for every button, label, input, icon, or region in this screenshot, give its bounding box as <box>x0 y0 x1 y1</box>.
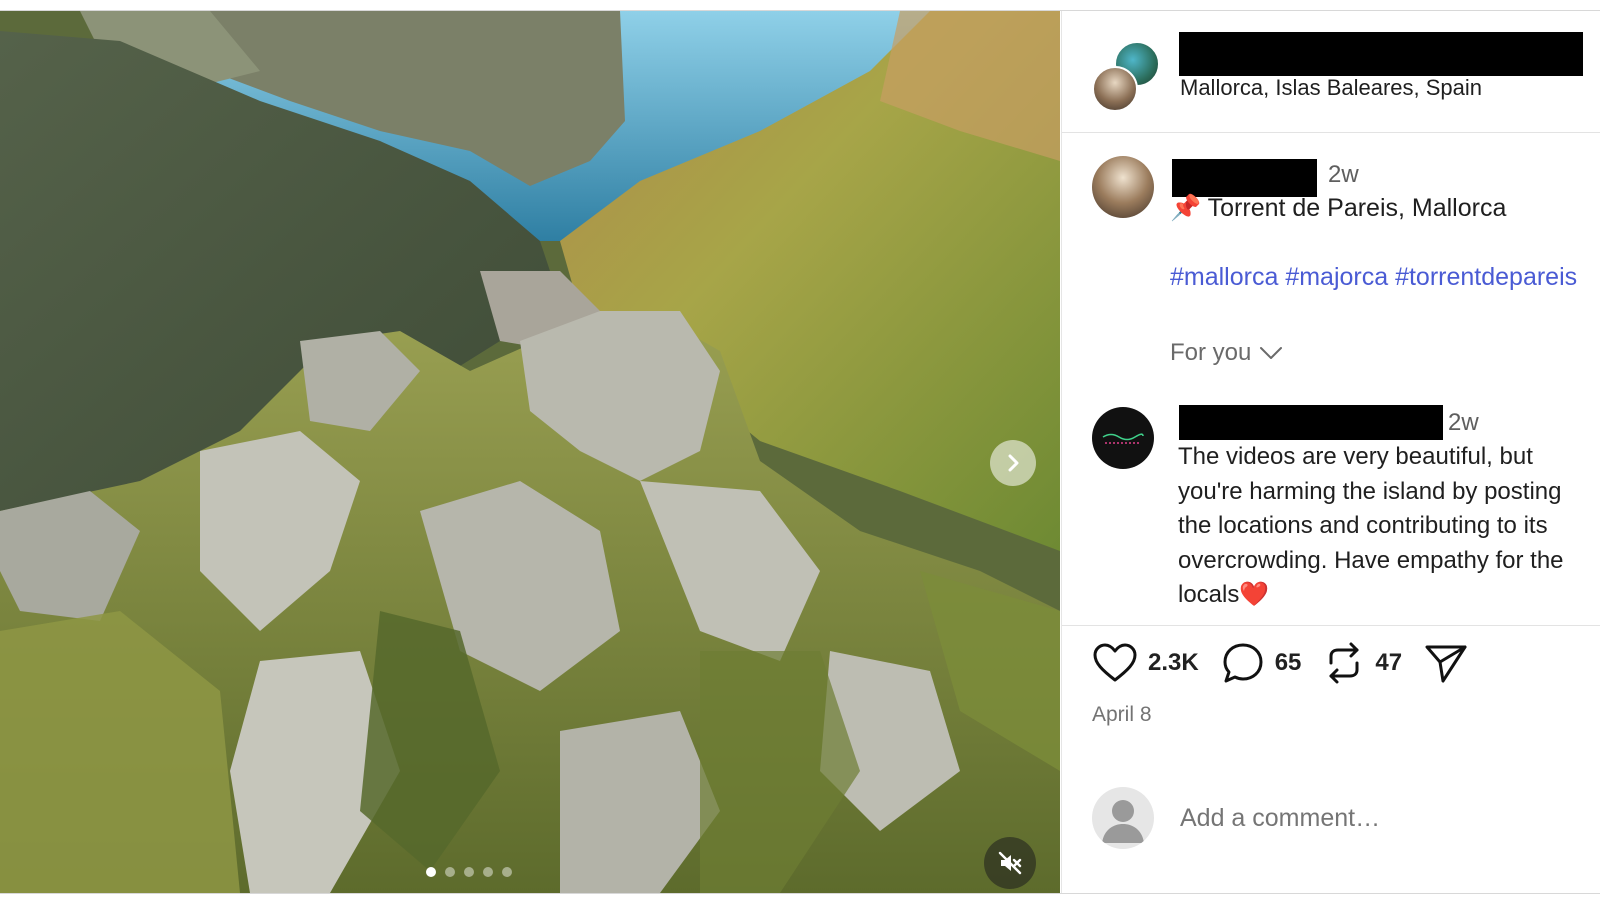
commenter-avatar[interactable] <box>1092 407 1154 469</box>
comment-icon <box>1223 643 1263 683</box>
post-date[interactable]: April 8 <box>1092 703 1152 727</box>
carousel-dot[interactable] <box>483 867 493 877</box>
next-slide-button[interactable] <box>990 440 1036 486</box>
caption-hashtags[interactable]: #mallorca #majorca #torrentdepareis <box>1170 263 1577 292</box>
commenter-logo-icon <box>1102 433 1144 444</box>
post-header: Mallorca, Islas Baleares, Spain <box>1062 11 1600 133</box>
caption-timestamp[interactable]: 2w <box>1328 161 1359 189</box>
carousel-indicator <box>426 867 512 877</box>
post-side-panel: Mallorca, Islas Baleares, Spain 2w 📌 Tor… <box>1061 11 1600 893</box>
carousel-dot[interactable] <box>445 867 455 877</box>
heart-icon <box>1093 643 1137 682</box>
carousel-dot-active[interactable] <box>426 867 436 877</box>
post-page: Mallorca, Islas Baleares, Spain 2w 📌 Tor… <box>0 0 1600 900</box>
carousel-dot[interactable] <box>464 867 474 877</box>
comments-scroll-area[interactable]: 2w 📌 Torrent de Pareis, Mallorca #mallor… <box>1062 134 1600 626</box>
comment-text: The videos are very beautiful, but you'r… <box>1178 443 1564 608</box>
speaker-muted-icon <box>998 851 1022 875</box>
current-user-avatar <box>1092 787 1154 849</box>
add-comment-input[interactable] <box>1180 803 1560 833</box>
redacted-author-name <box>1172 159 1317 197</box>
author-avatar[interactable] <box>1092 156 1154 218</box>
chevron-down-icon <box>1260 347 1283 359</box>
repost-icon <box>1329 642 1359 684</box>
comment-composer <box>1092 787 1560 849</box>
redacted-username <box>1179 32 1583 76</box>
bottom-divider <box>0 893 1600 894</box>
carousel-dot[interactable] <box>502 867 512 877</box>
location-link[interactable]: Mallorca, Islas Baleares, Spain <box>1180 75 1482 101</box>
post-media[interactable] <box>0 11 1060 893</box>
comment-timestamp[interactable]: 2w <box>1448 409 1479 437</box>
send-icon <box>1425 645 1467 683</box>
for-you-label: For you <box>1170 339 1252 366</box>
action-bar: 2.3K 65 47 <box>1092 641 1490 685</box>
for-you-dropdown[interactable]: For you <box>1170 339 1283 367</box>
landscape-video-frame <box>0 11 1060 893</box>
avatar[interactable] <box>1092 66 1138 112</box>
comment-count: 65 <box>1274 649 1302 676</box>
pin-icon: 📌 <box>1170 194 1202 222</box>
mute-toggle-button[interactable] <box>984 837 1036 889</box>
collab-avatars[interactable] <box>1092 41 1162 112</box>
like-button[interactable]: 2.3K <box>1092 642 1199 684</box>
caption-location-text: Torrent de Pareis, Mallorca <box>1207 194 1507 222</box>
comment-button[interactable]: 65 <box>1221 641 1302 685</box>
redacted-commenter-name <box>1179 405 1443 440</box>
repost-button[interactable]: 47 <box>1323 641 1402 685</box>
caption-text: 📌 Torrent de Pareis, Mallorca <box>1170 194 1506 223</box>
like-count: 2.3K <box>1148 649 1199 676</box>
repost-count: 47 <box>1375 649 1403 676</box>
share-button[interactable] <box>1424 642 1468 684</box>
chevron-right-icon <box>1008 454 1019 472</box>
default-user-icon <box>1102 800 1144 843</box>
